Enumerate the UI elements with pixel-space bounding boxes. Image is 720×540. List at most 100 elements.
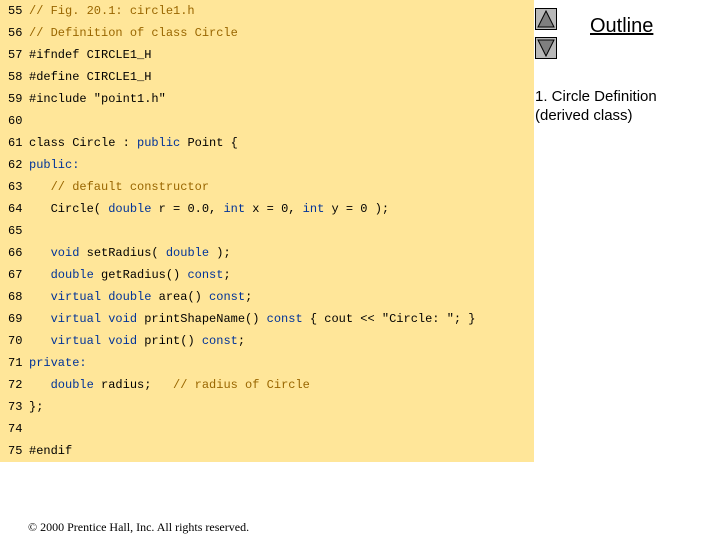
- code-text: getRadius(): [93, 268, 188, 282]
- code-line: 63 // default constructor: [8, 179, 209, 195]
- code-text: class Circle :: [29, 136, 138, 150]
- code-line: 56 // Definition of class Circle: [8, 25, 238, 41]
- code-text: );: [209, 246, 231, 260]
- code-line: 64 Circle( double r = 0.0, int x = 0, in…: [8, 201, 389, 217]
- line-number: 57: [8, 48, 23, 62]
- line-number: 69: [8, 312, 23, 326]
- line-number: 66: [8, 246, 23, 260]
- code-keyword: double: [50, 268, 94, 282]
- code-comment: // Fig. 20.1: circle1.h: [29, 4, 195, 18]
- code-keyword: int: [223, 202, 246, 216]
- line-number: 56: [8, 26, 23, 40]
- code-text: Point {: [180, 136, 238, 150]
- code-text: };: [29, 400, 44, 414]
- code-keyword: virtual double: [50, 290, 152, 304]
- code-line: 69 virtual void printShapeName() const {…: [8, 311, 476, 327]
- code-text: r = 0.0,: [151, 202, 224, 216]
- line-number: 64: [8, 202, 23, 216]
- code-comment: // radius of Circle: [173, 378, 310, 392]
- code-keyword: const: [266, 312, 303, 326]
- code-text: #ifndef CIRCLE1_H: [29, 48, 152, 62]
- code-text: { cout << "Circle: "; }: [302, 312, 476, 326]
- code-line: 59 #include "point1.h": [8, 91, 166, 107]
- code-text: print(): [137, 334, 202, 348]
- line-number: 73: [8, 400, 23, 414]
- code-keyword: double: [50, 378, 94, 392]
- outline-note: 1. Circle Definition (derived class): [535, 87, 715, 125]
- next-slide-button[interactable]: [535, 37, 557, 59]
- code-line: 66 void setRadius( double );: [8, 245, 231, 261]
- code-line: 67 double getRadius() const;: [8, 267, 231, 283]
- code-text: Circle(: [29, 202, 109, 216]
- code-keyword: virtual void: [50, 312, 138, 326]
- code-text: y = 0 );: [324, 202, 390, 216]
- line-number: 59: [8, 92, 23, 106]
- previous-slide-button[interactable]: [535, 8, 557, 30]
- code-keyword: public:: [29, 158, 80, 172]
- line-number: 58: [8, 70, 23, 84]
- code-text: ;: [237, 334, 246, 348]
- code-line: 55 // Fig. 20.1: circle1.h: [8, 3, 195, 19]
- line-number: 75: [8, 444, 23, 458]
- outline-note-line1: 1. Circle Definition: [535, 88, 657, 105]
- outline-link[interactable]: Outline: [590, 15, 653, 38]
- line-number: 68: [8, 290, 23, 304]
- code-text: area(): [151, 290, 210, 304]
- line-number: 72: [8, 378, 23, 392]
- code-line: 70 virtual void print() const;: [8, 333, 245, 349]
- code-line: 73};: [8, 399, 43, 415]
- code-keyword: const: [209, 290, 246, 304]
- code-line: 58 #define CIRCLE1_H: [8, 69, 151, 85]
- code-line: 71 private:: [8, 355, 87, 371]
- line-number: 63: [8, 180, 23, 194]
- line-number: 71: [8, 356, 23, 370]
- copyright-footer: © 2000 Prentice Hall, Inc. All rights re…: [28, 520, 250, 534]
- code-text: radius;: [93, 378, 174, 392]
- code-text: printShapeName(): [137, 312, 267, 326]
- line-number: 70: [8, 334, 23, 348]
- code-line: 68 virtual double area() const;: [8, 289, 252, 305]
- code-line: 65: [8, 223, 29, 239]
- code-keyword: const: [201, 334, 238, 348]
- line-number: 67: [8, 268, 23, 282]
- code-keyword: double: [165, 246, 210, 260]
- code-line: 61 class Circle : public Point {: [8, 135, 238, 151]
- triangle-down-icon: [537, 39, 555, 58]
- code-text: #endif: [29, 444, 73, 458]
- triangle-up-icon: [537, 9, 555, 28]
- code-text: #define CIRCLE1_H: [29, 70, 152, 84]
- line-number: 65: [8, 224, 23, 238]
- code-line: 57 #ifndef CIRCLE1_H: [8, 47, 151, 63]
- line-number: 74: [8, 422, 23, 436]
- line-number: 55: [8, 4, 23, 18]
- code-text: x = 0,: [245, 202, 303, 216]
- code-panel: 55 // Fig. 20.1: circle1.h 56 // Definition…: [0, 0, 534, 462]
- code-keyword: int: [302, 202, 325, 216]
- outline-note-line2: (derived class): [535, 107, 633, 124]
- code-keyword: virtual void: [50, 334, 138, 348]
- code-text: #include "point1.h": [29, 92, 166, 106]
- code-line: 74: [8, 421, 29, 437]
- line-number: 60: [8, 114, 23, 128]
- code-text: setRadius(: [79, 246, 166, 260]
- code-line: 75 #endif: [8, 443, 72, 459]
- line-number: 61: [8, 136, 23, 150]
- code-keyword: private:: [29, 356, 87, 370]
- code-text: ;: [223, 268, 231, 282]
- code-keyword: public: [137, 136, 181, 150]
- code-keyword: void: [50, 246, 80, 260]
- code-text: ;: [245, 290, 253, 304]
- code-comment: // Definition of class Circle: [29, 26, 238, 40]
- code-keyword: double: [108, 202, 152, 216]
- code-line: 62 public:: [8, 157, 79, 173]
- line-number: 62: [8, 158, 23, 172]
- code-comment: // default constructor: [29, 180, 210, 194]
- code-keyword: const: [187, 268, 224, 282]
- code-line: 60: [8, 113, 29, 129]
- code-line: 72 double radius; // radius of Circle: [8, 377, 310, 393]
